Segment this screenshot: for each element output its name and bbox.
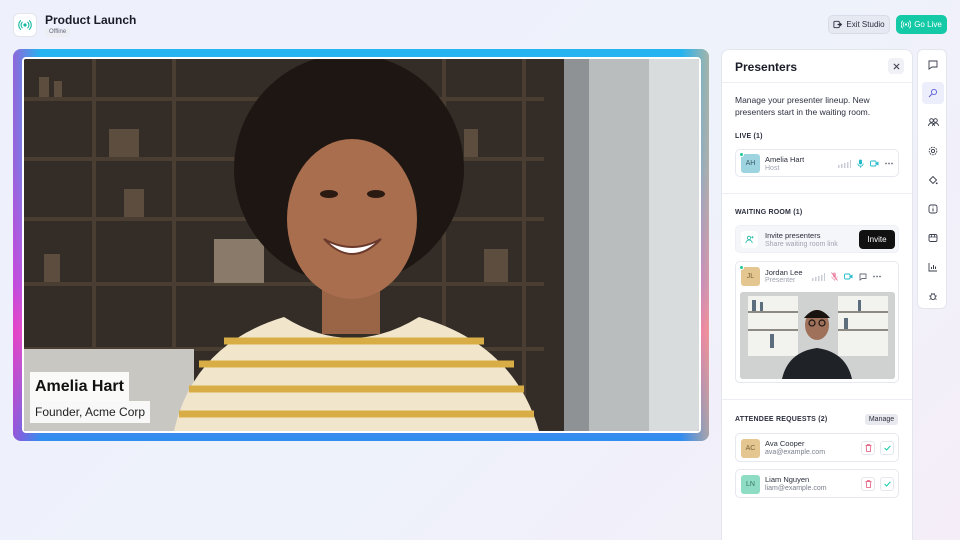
presenter-name: Amelia Hart bbox=[765, 155, 805, 164]
microphone-icon[interactable] bbox=[857, 159, 864, 168]
presenter-role: Host bbox=[765, 165, 780, 172]
paint-bucket-icon bbox=[928, 175, 938, 185]
invite-button[interactable]: Invite bbox=[859, 230, 895, 249]
presenters-panel: Presenters Manage your presenter lineup.… bbox=[721, 49, 913, 540]
go-live-button[interactable]: Go Live bbox=[896, 15, 947, 34]
avatar: AH bbox=[741, 154, 760, 173]
avatar: JL bbox=[741, 267, 760, 286]
settings-button[interactable] bbox=[922, 140, 944, 162]
presenter-name-plate: Amelia Hart bbox=[30, 372, 129, 401]
brand-button[interactable] bbox=[922, 169, 944, 191]
status-badge: Offline bbox=[45, 28, 71, 37]
close-panel-button[interactable] bbox=[888, 58, 904, 74]
exit-studio-button[interactable]: Exit Studio bbox=[828, 15, 890, 34]
audio-level-icon bbox=[812, 272, 825, 281]
more-options-icon[interactable] bbox=[873, 275, 881, 278]
media-icon bbox=[928, 234, 938, 242]
panel-title: Presenters bbox=[735, 60, 798, 74]
chat-icon bbox=[928, 60, 938, 70]
avatar: LN bbox=[741, 475, 760, 494]
presenters-icon bbox=[928, 88, 938, 98]
camera-icon[interactable] bbox=[870, 160, 879, 167]
invite-title: Invite presenters bbox=[765, 231, 821, 240]
people-icon bbox=[927, 118, 939, 127]
chat-button[interactable] bbox=[922, 54, 944, 76]
app-logo-icon bbox=[13, 13, 37, 37]
avatar: AC bbox=[741, 439, 760, 458]
audio-level-icon bbox=[838, 159, 851, 168]
divider bbox=[722, 399, 912, 400]
exit-studio-label: Exit Studio bbox=[846, 20, 885, 29]
live-presenter-card[interactable]: AH Amelia Hart Host bbox=[735, 149, 899, 177]
add-user-icon bbox=[741, 231, 758, 248]
attendee-requests-section-label: ATTENDEE REQUESTS (2) bbox=[735, 416, 828, 423]
accept-request-button[interactable] bbox=[880, 441, 894, 455]
attendee-name: Liam Nguyen bbox=[765, 475, 810, 484]
online-indicator bbox=[739, 152, 744, 157]
info-button[interactable] bbox=[922, 198, 944, 220]
microphone-muted-icon[interactable] bbox=[831, 272, 838, 281]
waiting-room-section-label: WAITING ROOM (1) bbox=[735, 209, 803, 216]
go-live-label: Go Live bbox=[914, 20, 942, 29]
trash-icon bbox=[865, 444, 871, 452]
broadcast-icon bbox=[901, 20, 912, 29]
presenter-name: Jordan Lee bbox=[765, 268, 803, 277]
chart-icon bbox=[928, 263, 937, 272]
attendee-email: liam@example.com bbox=[765, 485, 827, 492]
presenters-button[interactable] bbox=[922, 82, 944, 104]
waiting-presenter-video-preview bbox=[740, 292, 895, 379]
bug-icon bbox=[929, 292, 937, 301]
accept-request-button[interactable] bbox=[880, 477, 894, 491]
close-icon bbox=[893, 63, 899, 69]
manage-button[interactable]: Manage bbox=[865, 414, 898, 425]
decline-request-button[interactable] bbox=[861, 441, 875, 455]
info-icon bbox=[928, 204, 938, 214]
side-tool-rail bbox=[917, 49, 947, 309]
more-options-icon[interactable] bbox=[885, 162, 893, 165]
invite-subtitle: Share waiting room link bbox=[765, 241, 838, 248]
presenter-title-plate: Founder, Acme Corp bbox=[30, 401, 151, 423]
analytics-button[interactable] bbox=[922, 256, 944, 278]
attendee-request-card[interactable]: LN Liam Nguyen liam@example.com bbox=[735, 469, 899, 498]
trash-icon bbox=[865, 480, 871, 488]
attendee-name: Ava Cooper bbox=[765, 439, 805, 448]
panel-description: Manage your presenter lineup. New presen… bbox=[735, 95, 871, 117]
people-button[interactable] bbox=[922, 111, 944, 133]
decline-request-button[interactable] bbox=[861, 477, 875, 491]
divider bbox=[722, 193, 912, 194]
exit-icon bbox=[833, 20, 843, 29]
message-icon[interactable] bbox=[859, 273, 867, 281]
check-icon bbox=[883, 481, 891, 487]
presenter-role: Presenter bbox=[765, 277, 796, 284]
waiting-presenter-video-image bbox=[740, 292, 895, 379]
live-section-label: LIVE (1) bbox=[735, 133, 763, 140]
check-icon bbox=[883, 445, 891, 451]
debug-button[interactable] bbox=[922, 285, 944, 307]
media-button[interactable] bbox=[922, 227, 944, 249]
camera-icon[interactable] bbox=[844, 273, 853, 280]
attendee-email: ava@example.com bbox=[765, 449, 826, 456]
attendee-request-card[interactable]: AC Ava Cooper ava@example.com bbox=[735, 433, 899, 462]
online-indicator bbox=[739, 265, 744, 270]
page-title: Product Launch bbox=[45, 13, 137, 27]
settings-icon bbox=[928, 146, 938, 156]
divider bbox=[722, 82, 912, 83]
